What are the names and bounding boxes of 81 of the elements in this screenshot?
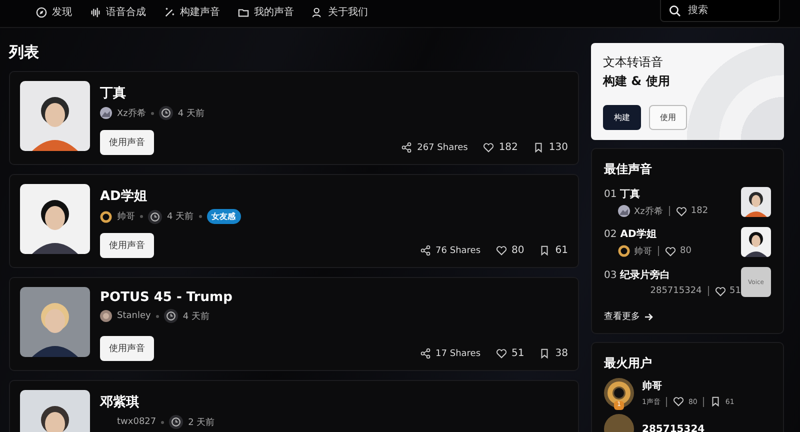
arrow-right-icon — [644, 312, 654, 322]
clock-icon — [164, 309, 178, 323]
nav-link[interactable]: 构建声音 — [164, 5, 220, 19]
heart-icon — [714, 286, 726, 296]
heart-icon — [673, 396, 684, 407]
panel-title: 最佳声音 — [604, 161, 653, 178]
share-icon[interactable] — [401, 142, 412, 153]
author-name: 285715324 — [650, 286, 702, 296]
heart-icon — [665, 246, 676, 256]
voice-name: 02 AD学姐 — [604, 228, 658, 240]
heart-icon — [676, 206, 687, 216]
clock-icon — [169, 415, 184, 429]
time-ago: 4 天前 — [178, 108, 204, 120]
user-icon — [312, 6, 323, 18]
nav-link[interactable]: 发现 — [36, 5, 72, 19]
author-name: Xz乔希 — [117, 108, 146, 120]
bookmark-icon[interactable] — [532, 142, 544, 153]
like-count: 182 — [690, 206, 708, 216]
waveform-icon — [90, 6, 101, 18]
voice-name: 03 纪录片旁白 — [604, 268, 672, 282]
heart-icon[interactable] — [482, 142, 494, 153]
like-count: 80 — [680, 246, 692, 256]
heart-icon[interactable] — [496, 245, 507, 256]
compass-icon — [36, 6, 47, 18]
avatar-icon — [100, 210, 112, 222]
avatar-icon — [618, 205, 630, 217]
author-name: twx0827 — [117, 417, 156, 427]
build-button[interactable]: 构建 — [603, 105, 641, 130]
avatar-icon — [604, 378, 634, 408]
clock-icon — [158, 106, 173, 120]
time-ago: 4 天前 — [182, 310, 210, 322]
like-count: 51 — [512, 348, 524, 359]
avatar-icon — [100, 310, 112, 322]
like-count: 51 — [730, 286, 741, 296]
user-name: 帅哥 — [642, 380, 663, 393]
voice-name: 01 丁真 — [604, 188, 642, 200]
wand-icon — [164, 6, 175, 18]
use-button[interactable]: 使用 — [649, 105, 687, 130]
voice-title: POTUS 45 - Trump — [100, 290, 234, 305]
nav-link[interactable]: 我的声音 — [238, 5, 294, 19]
share-count: 17 Shares — [436, 348, 481, 358]
share-icon[interactable] — [420, 348, 431, 359]
share-count: 267 Shares — [417, 142, 468, 152]
tag: 女友感 — [206, 209, 241, 224]
share-icon[interactable] — [420, 245, 431, 256]
author-name: 帅哥 — [117, 210, 135, 223]
search-icon — [669, 5, 681, 17]
nav-link[interactable]: 关于我们 — [312, 5, 368, 19]
see-more-link[interactable]: 查看更多 — [604, 310, 771, 323]
share-count: 76 Shares — [436, 246, 481, 256]
like-count: 80 — [512, 245, 524, 256]
author-name: Stanley — [117, 311, 151, 321]
search-field[interactable]: 搜索 — [660, 0, 780, 22]
save-count: 130 — [548, 142, 568, 153]
save-count: 61 — [555, 245, 568, 256]
voice-title: 邓紫琪 — [100, 394, 140, 411]
bookmark-icon[interactable] — [539, 348, 550, 359]
use-voice-button[interactable]: 使用声音 — [100, 130, 154, 155]
voice-title: 丁真 — [100, 85, 127, 102]
panel-title: 最火用户 — [604, 355, 653, 372]
voice-title: AD学姐 — [100, 188, 148, 205]
use-voice-button[interactable]: 使用声音 — [100, 336, 154, 361]
author-name: 帅哥 — [634, 246, 652, 258]
heart-icon[interactable] — [496, 348, 507, 359]
page-title: 列表 — [9, 42, 40, 63]
nav-link[interactable]: 语音合成 — [90, 5, 146, 19]
time-ago: 4 天前 — [167, 210, 194, 223]
promo-title: 构建 & 使用 — [603, 73, 671, 90]
clock-icon — [148, 210, 162, 224]
bookmark-icon — [710, 396, 722, 407]
user-name: 285715324 — [642, 424, 705, 432]
folder-icon — [238, 6, 249, 18]
like-count: 182 — [498, 142, 518, 153]
use-voice-button[interactable]: 使用声音 — [100, 233, 154, 258]
avatar-icon — [100, 107, 112, 119]
time-ago: 2 天前 — [188, 416, 215, 428]
avatar-icon — [618, 245, 630, 257]
author-name: Xz乔希 — [634, 206, 663, 218]
promo-subtitle: 文本转语音 — [603, 54, 664, 71]
bookmark-icon[interactable] — [539, 245, 550, 256]
save-count: 38 — [555, 348, 568, 359]
